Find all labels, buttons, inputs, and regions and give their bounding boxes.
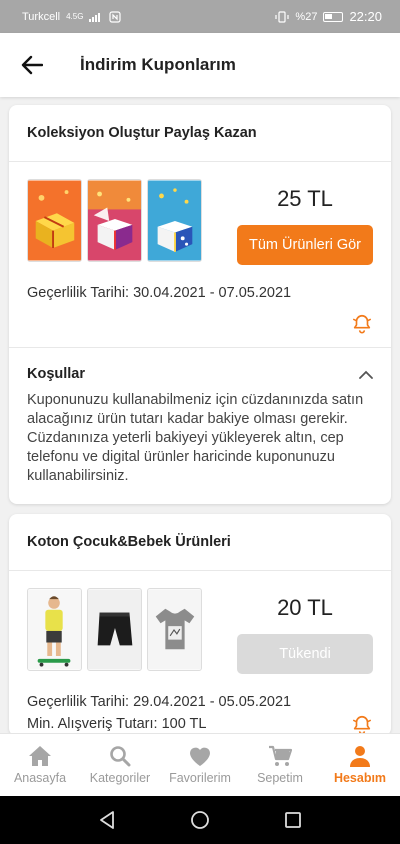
vibrate-icon [275, 10, 290, 23]
triangle-back-icon [99, 811, 114, 829]
search-icon [110, 746, 131, 767]
conditions-text: Kuponunuzu kullanabilmeniz için cüzdanın… [27, 392, 364, 484]
bell-icon[interactable] [351, 313, 373, 335]
gift-box-image [27, 179, 82, 262]
gift-box-image [87, 179, 142, 262]
user-icon [350, 746, 370, 767]
conditions-title: Koşullar [27, 366, 86, 382]
view-all-products-button[interactable]: Tüm Ürünleri Gör [237, 225, 373, 265]
coupon-images [27, 179, 202, 265]
square-recents-icon [285, 812, 302, 828]
nav-item-account[interactable]: Hesabım [320, 734, 400, 796]
coupon-amount: 20 TL [277, 595, 333, 620]
nav-label: Kategoriler [89, 771, 151, 785]
nav-item-categories[interactable]: Kategoriler [80, 734, 160, 796]
system-back-button[interactable] [87, 800, 127, 840]
chevron-up-icon [359, 370, 373, 379]
signal-icon [89, 13, 101, 22]
heart-icon [190, 747, 210, 766]
gift-box-image [147, 179, 202, 262]
coupon-list[interactable]: Koleksiyon Oluştur Paylaş Kazan 25 TL Tü… [0, 97, 400, 733]
nav-item-cart[interactable]: Sepetim [240, 734, 320, 796]
coupon-images [27, 588, 202, 674]
battery-icon [323, 11, 344, 22]
conditions-section: Koşullar Kuponunuzu kullanabilmeniz için… [9, 347, 391, 504]
nfc-icon [109, 10, 122, 23]
system-home-button[interactable] [180, 800, 220, 840]
sold-out-button: Tükendi [237, 634, 373, 674]
coupon-card: Koton Çocuk&Bebek Ürünleri 20 TL Tükendi… [9, 514, 391, 733]
carrier-name: Turkcell [22, 10, 61, 23]
coupon-card: Koleksiyon Oluştur Paylaş Kazan 25 TL Tü… [9, 105, 391, 504]
bell-icon[interactable] [351, 714, 373, 733]
coupon-title: Koleksiyon Oluştur Paylaş Kazan [9, 105, 391, 162]
system-recents-button[interactable] [273, 800, 313, 840]
home-icon [29, 746, 51, 766]
coupon-amount: 25 TL [277, 186, 333, 211]
clock: 22:20 [349, 9, 382, 24]
cart-icon [269, 745, 292, 766]
system-navigation [0, 796, 400, 844]
validity-date: Geçerlilik Tarihi: 29.04.2021 - 05.05.20… [27, 694, 292, 710]
coupon-title: Koton Çocuk&Bebek Ürünleri [9, 514, 391, 571]
status-bar: Turkcell 4.5G %27 22:20 [0, 0, 400, 33]
app-bar: İndirim Kuponlarım [0, 33, 400, 97]
kid-outfit-image [27, 588, 82, 671]
nav-label: Sepetim [257, 771, 303, 785]
battery-percent: %27 [295, 10, 318, 23]
shorts-image [87, 588, 142, 671]
tshirt-image [147, 588, 202, 671]
nav-item-home[interactable]: Anasayfa [0, 734, 80, 796]
nav-label: Hesabım [333, 771, 387, 785]
network-type: 4.5G [66, 12, 84, 21]
validity-date: Geçerlilik Tarihi: 30.04.2021 - 07.05.20… [27, 285, 292, 301]
page-title: İndirim Kuponlarım [80, 55, 236, 74]
nav-item-favorites[interactable]: Favorilerim [160, 734, 240, 796]
min-purchase-amount: Min. Alışveriş Tutarı: 100 TL [27, 716, 207, 732]
nav-label: Favorilerim [169, 771, 231, 785]
nav-label: Anasayfa [13, 771, 67, 785]
circle-home-icon [191, 811, 209, 829]
bottom-navigation: Anasayfa Kategoriler Favorilerim Sepetim… [0, 733, 400, 796]
back-button[interactable] [0, 33, 64, 97]
arrow-left-icon [21, 55, 43, 75]
conditions-toggle[interactable]: Koşullar [27, 366, 373, 382]
